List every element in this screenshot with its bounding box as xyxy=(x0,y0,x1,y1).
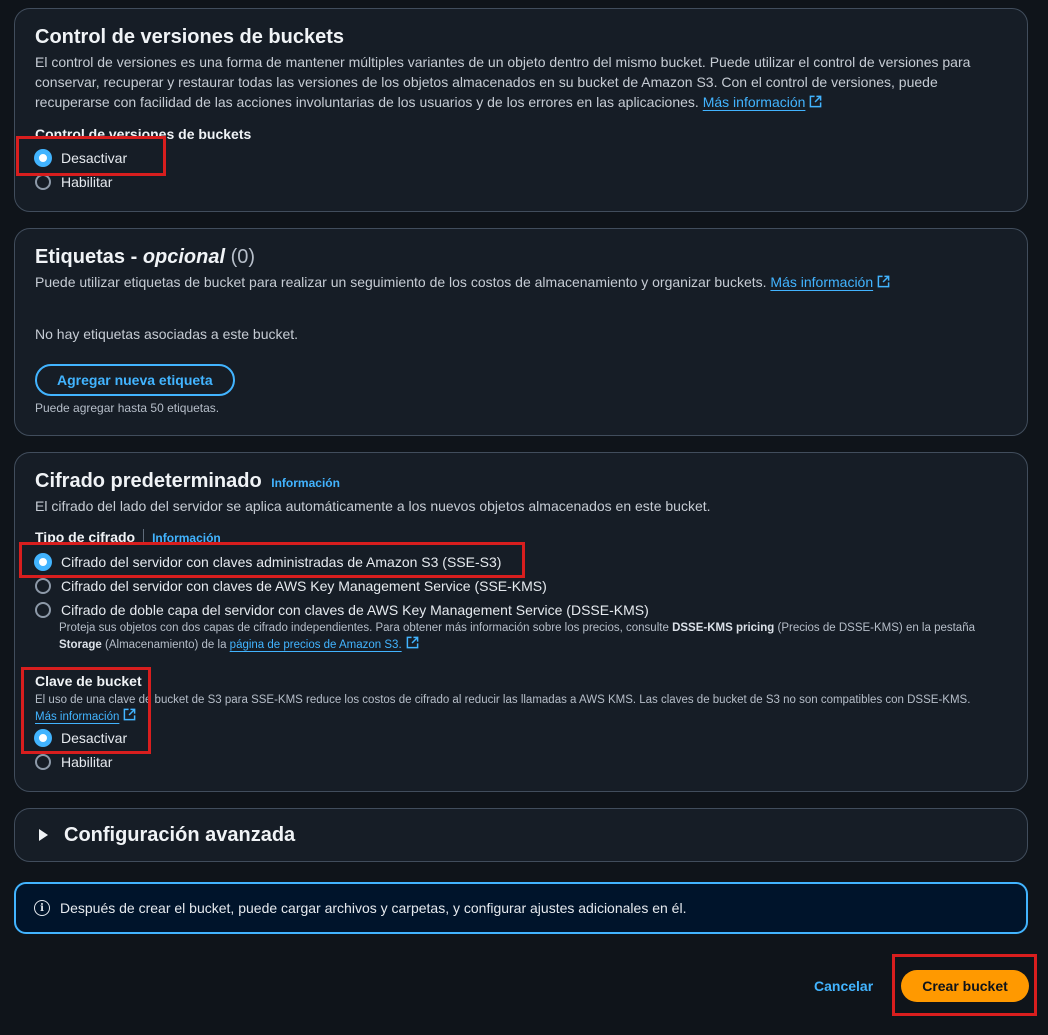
external-link-icon xyxy=(877,275,890,288)
cancel-button[interactable]: Cancelar xyxy=(814,978,873,994)
encryption-type-label-text: Tipo de cifrado xyxy=(35,529,136,545)
encryption-option-sse-kms[interactable]: Cifrado del servidor con claves de AWS K… xyxy=(35,576,547,596)
versioning-description-text: El control de versiones es una forma de … xyxy=(35,54,971,110)
radio-selected-icon[interactable] xyxy=(35,554,51,570)
versioning-title: Control de versiones de buckets xyxy=(35,26,344,48)
bucket-key-option-disable-label: Desactivar xyxy=(61,730,128,746)
encryption-option-dsse-kms[interactable]: Cifrado de doble capa del servidor con c… xyxy=(35,600,649,620)
bucket-key-option-disable[interactable]: Desactivar xyxy=(35,728,127,748)
bucket-key-description: El uso de una clave de bucket de S3 para… xyxy=(35,692,1007,725)
versioning-option-disable[interactable]: Desactivar xyxy=(35,148,127,168)
versioning-option-disable-label: Desactivar xyxy=(61,150,128,166)
external-link-icon xyxy=(810,95,822,108)
tags-limit-note: Puede agregar hasta 50 etiquetas. xyxy=(35,401,220,415)
versioning-panel: Control de versiones de buckets El contr… xyxy=(14,8,1028,212)
encryption-description: El cifrado del lado del servidor se apli… xyxy=(35,498,711,514)
bucket-key-option-enable[interactable]: Habilitar xyxy=(35,752,112,772)
radio-selected-icon[interactable] xyxy=(35,150,51,166)
create-bucket-button[interactable]: Crear bucket xyxy=(901,970,1029,1002)
dsse-note-text-2: (Precios de DSSE-KMS) en la pestaña xyxy=(774,622,975,634)
tags-panel: Etiquetas - opcional (0) Puede utilizar … xyxy=(14,228,1028,436)
encryption-option-dsse-kms-label: Cifrado de doble capa del servidor con c… xyxy=(61,602,649,618)
radio-unselected-icon[interactable] xyxy=(35,578,51,594)
encryption-panel: Cifrado predeterminado Información El ci… xyxy=(14,452,1028,792)
dsse-note-text-3: (Almacenamiento) de la xyxy=(101,639,230,651)
versioning-more-info-link[interactable]: Más información xyxy=(703,94,806,110)
radio-selected-icon[interactable] xyxy=(35,730,51,746)
tags-empty-text: No hay etiquetas asociadas a este bucket… xyxy=(35,326,299,342)
versioning-option-enable-label: Habilitar xyxy=(61,174,113,190)
encryption-option-sse-kms-label: Cifrado del servidor con claves de AWS K… xyxy=(61,578,547,594)
dsse-note-bold-1: DSSE-KMS pricing xyxy=(672,622,775,634)
external-link-icon xyxy=(406,636,419,649)
radio-unselected-icon[interactable] xyxy=(35,602,51,618)
dsse-kms-note: Proteja sus objetos con dos capas de cif… xyxy=(59,620,1007,653)
versioning-option-enable[interactable]: Habilitar xyxy=(35,172,112,192)
tags-title-text: Etiquetas - xyxy=(35,246,138,268)
bucket-key-description-text: El uso de una clave de bucket de S3 para… xyxy=(35,694,971,706)
s3-pricing-link[interactable]: página de precios de Amazon S3. xyxy=(230,639,402,651)
radio-unselected-icon[interactable] xyxy=(35,754,51,770)
versioning-description: El control de versiones es una forma de … xyxy=(35,52,1007,112)
bucket-key-more-info-link[interactable]: Más información xyxy=(35,711,119,723)
encryption-option-sse-s3[interactable]: Cifrado del servidor con claves administ… xyxy=(35,552,501,572)
tags-count: (0) xyxy=(230,246,256,268)
bucket-key-option-enable-label: Habilitar xyxy=(61,754,113,770)
tags-title-optional: opcional xyxy=(142,246,226,268)
info-alert-text: Después de crear el bucket, puede cargar… xyxy=(60,900,687,916)
radio-unselected-icon[interactable] xyxy=(35,174,51,190)
tags-title: Etiquetas - opcional (0) xyxy=(35,246,255,269)
encryption-title-text: Cifrado predeterminado xyxy=(35,470,262,492)
info-alert: i Después de crear el bucket, puede carg… xyxy=(14,882,1028,934)
divider xyxy=(143,529,145,545)
tags-description: Puede utilizar etiquetas de bucket para … xyxy=(35,272,1007,292)
caret-right-icon[interactable] xyxy=(39,829,48,841)
encryption-type-info-link[interactable]: Información xyxy=(152,531,221,545)
external-link-icon xyxy=(124,708,136,721)
encryption-type-label: Tipo de cifrado Información xyxy=(35,529,221,545)
encryption-info-link[interactable]: Información xyxy=(271,476,340,490)
add-tag-button[interactable]: Agregar nueva etiqueta xyxy=(35,364,235,396)
dsse-note-text-1: Proteja sus objetos con dos capas de cif… xyxy=(59,622,673,634)
encryption-option-sse-s3-label: Cifrado del servidor con claves administ… xyxy=(61,554,502,570)
info-icon: i xyxy=(34,900,50,916)
bucket-key-label: Clave de bucket xyxy=(35,673,142,689)
versioning-field-label: Control de versiones de buckets xyxy=(35,126,252,142)
advanced-settings-title: Configuración avanzada xyxy=(64,823,296,846)
dsse-note-bold-2: Storage xyxy=(59,639,102,651)
encryption-title: Cifrado predeterminado Información xyxy=(35,470,340,493)
advanced-settings-panel[interactable]: Configuración avanzada xyxy=(14,808,1028,862)
tags-more-info-link[interactable]: Más información xyxy=(770,274,873,290)
tags-description-text: Puede utilizar etiquetas de bucket para … xyxy=(35,274,767,290)
